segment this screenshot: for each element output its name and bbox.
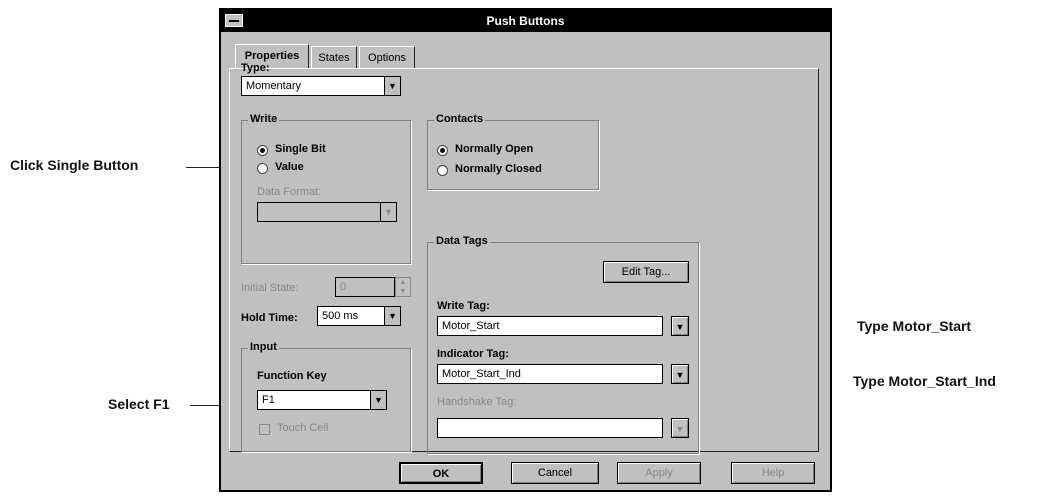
callout-select-f1: Select F1 — [108, 396, 170, 412]
indicator-tag-value: Motor_Start_Ind — [442, 368, 521, 380]
tab-states[interactable]: States — [311, 46, 357, 68]
type-select[interactable]: Momentary ▼ — [241, 76, 401, 96]
normally-open-radio[interactable] — [437, 145, 448, 156]
callout-type-motor-start-ind: Type Motor_Start_Ind — [853, 373, 996, 389]
write-group-title: Write — [248, 113, 280, 125]
initial-state-label: Initial State: — [241, 282, 299, 294]
system-menu-icon[interactable] — [225, 14, 243, 27]
chevron-down-icon[interactable]: ▼ — [380, 203, 396, 221]
write-tag-value: Motor_Start — [442, 320, 500, 332]
data-format-select[interactable]: ▼ — [257, 202, 397, 222]
write-tag-label: Write Tag: — [437, 300, 490, 312]
indicator-tag-field[interactable]: Motor_Start_Ind — [437, 364, 663, 384]
title-bar: Push Buttons — [221, 10, 830, 32]
write-tag-browse-button[interactable]: ▼ — [671, 316, 689, 336]
type-label: Type: — [241, 62, 270, 74]
single-bit-radio[interactable] — [257, 145, 268, 156]
normally-closed-label[interactable]: Normally Closed — [455, 163, 542, 175]
initial-state-value: 0 — [340, 281, 347, 293]
data-tags-group-title: Data Tags — [434, 235, 490, 247]
contacts-group: Contacts — [427, 113, 599, 190]
handshake-tag-field[interactable] — [437, 418, 663, 438]
push-buttons-dialog: Push Buttons Properties States Options T… — [219, 8, 832, 492]
handshake-tag-label: Handshake Tag: — [437, 396, 517, 408]
normally-closed-radio[interactable] — [437, 165, 448, 176]
hold-time-value: 500 ms — [322, 310, 359, 322]
single-bit-label[interactable]: Single Bit — [275, 143, 326, 155]
indicator-tag-browse-button[interactable]: ▼ — [671, 364, 689, 384]
hold-time-label: Hold Time: — [241, 312, 298, 324]
contacts-group-title: Contacts — [434, 113, 486, 125]
cancel-button[interactable]: Cancel — [511, 462, 599, 484]
function-key-select[interactable]: F1 ▼ — [257, 390, 387, 410]
value-radio[interactable] — [257, 163, 268, 174]
apply-button[interactable]: Apply — [617, 462, 701, 484]
tab-options[interactable]: Options — [359, 46, 415, 68]
type-select-value: Momentary — [246, 80, 302, 92]
touch-cell-checkbox[interactable] — [259, 424, 270, 435]
ok-button[interactable]: OK — [399, 462, 483, 484]
chevron-down-icon[interactable]: ▼ — [370, 391, 386, 409]
write-tag-field[interactable]: Motor_Start — [437, 316, 663, 336]
hold-time-select[interactable]: 500 ms ▼ — [317, 306, 401, 326]
touch-cell-label[interactable]: Touch Cell — [277, 422, 328, 434]
value-label[interactable]: Value — [275, 161, 304, 173]
function-key-label: Function Key — [257, 370, 327, 382]
chevron-down-icon[interactable]: ▼ — [384, 307, 400, 325]
input-group-title: Input — [248, 341, 279, 353]
handshake-tag-browse-button[interactable]: ▼ — [671, 418, 689, 438]
indicator-tag-label: Indicator Tag: — [437, 348, 509, 360]
callout-click-single: Click Single Button — [10, 157, 139, 173]
data-format-label: Data Format: — [257, 186, 322, 198]
edit-tag-button[interactable]: Edit Tag... — [603, 261, 689, 283]
initial-state-spinner[interactable]: ▲ ▼ — [395, 277, 411, 297]
chevron-down-icon[interactable]: ▼ — [384, 77, 400, 95]
normally-open-label[interactable]: Normally Open — [455, 143, 533, 155]
window-title: Push Buttons — [486, 14, 565, 28]
callout-type-motor-start: Type Motor_Start — [857, 318, 972, 334]
initial-state-field[interactable]: 0 — [335, 277, 395, 297]
function-key-value: F1 — [262, 394, 275, 406]
help-button[interactable]: Help — [731, 462, 815, 484]
